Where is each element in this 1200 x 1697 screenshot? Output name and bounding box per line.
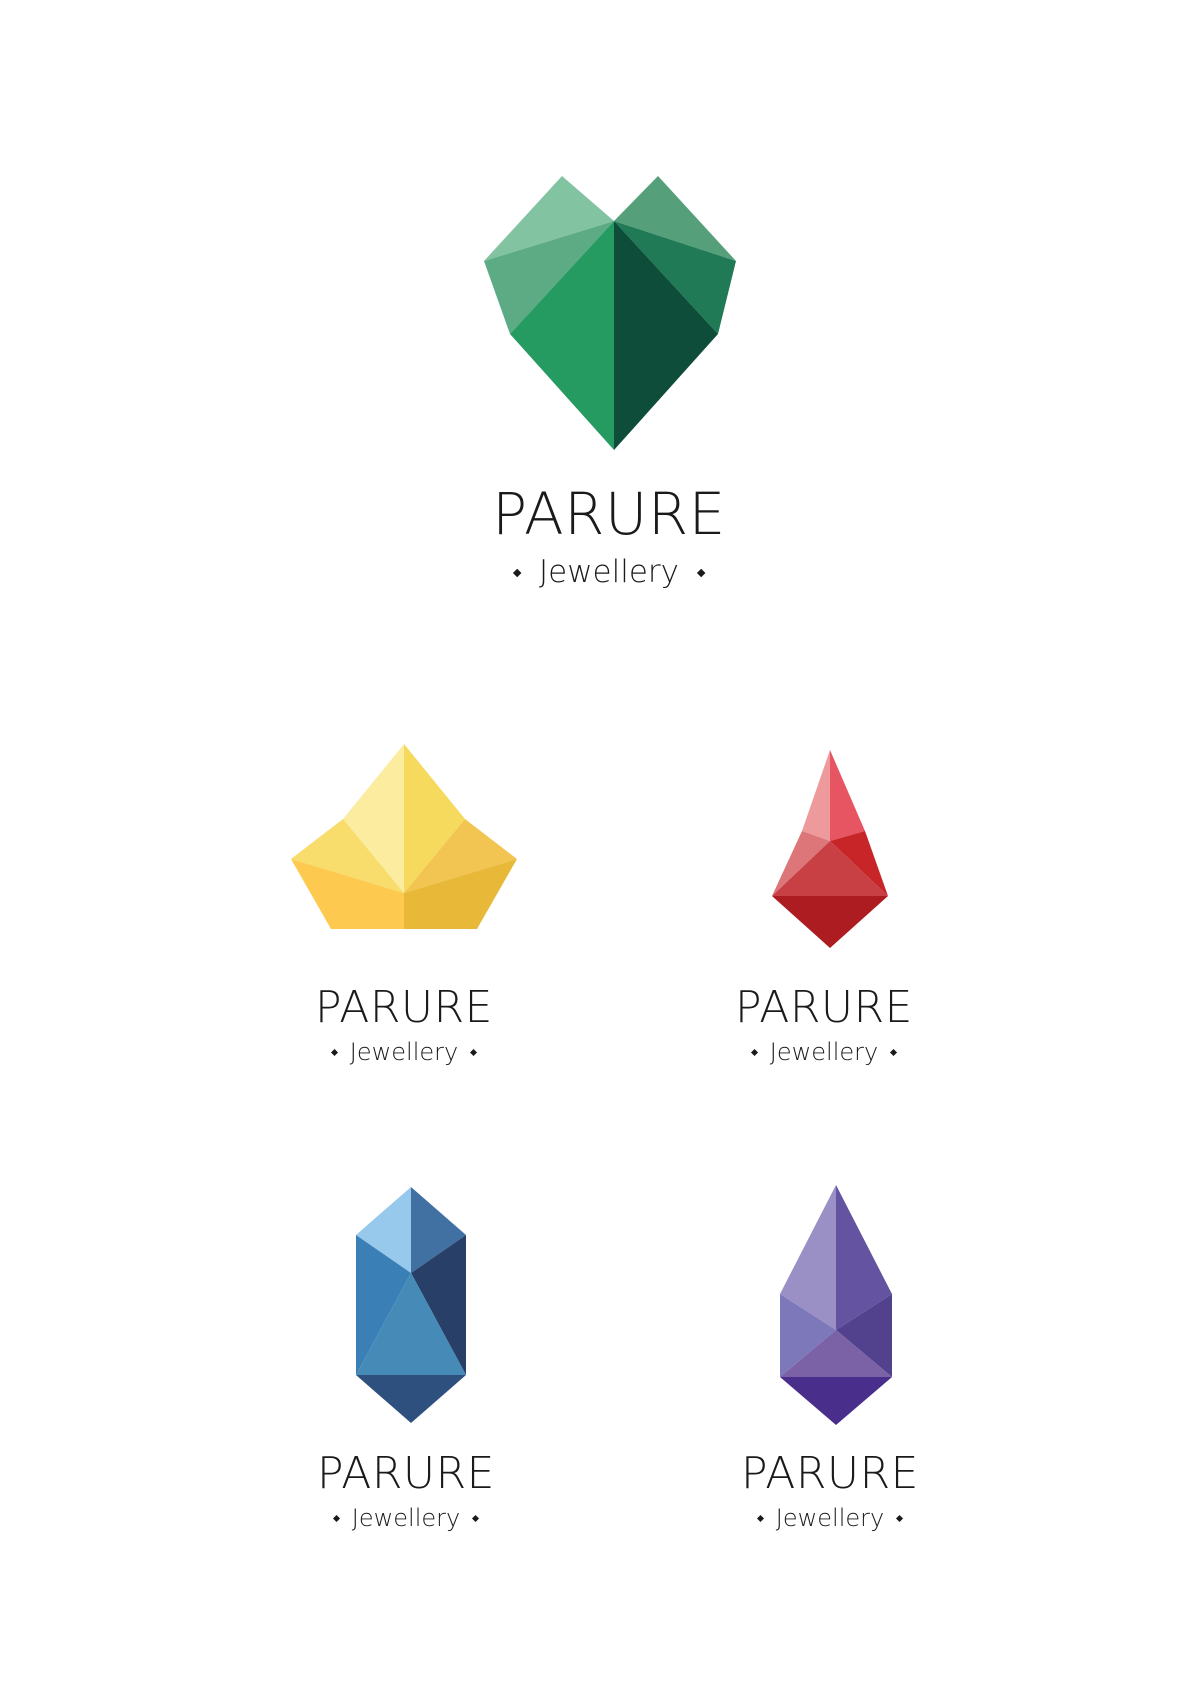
wordmark-ruby: PARURE Jewellery bbox=[735, 982, 913, 1065]
tagline: Jewellery bbox=[538, 554, 680, 590]
wordmark-amethyst: PARURE Jewellery bbox=[741, 1448, 919, 1531]
amethyst-gem-icon bbox=[780, 1185, 892, 1425]
citrine-gem-icon bbox=[291, 744, 517, 929]
diamond-dot-icon bbox=[696, 568, 706, 577]
tagline-row: Jewellery bbox=[735, 1040, 913, 1064]
brand-name: PARURE bbox=[315, 982, 493, 1033]
tagline-row: Jewellery bbox=[741, 1506, 919, 1530]
tagline: Jewellery bbox=[351, 1504, 461, 1532]
tagline-row: Jewellery bbox=[492, 557, 726, 588]
tagline-row: Jewellery bbox=[317, 1506, 495, 1530]
tagline-row: Jewellery bbox=[315, 1040, 493, 1064]
sapphire-gem-icon bbox=[356, 1187, 466, 1423]
diamond-dot-icon bbox=[472, 1514, 480, 1522]
brand-name: PARURE bbox=[741, 1448, 919, 1499]
diamond-dot-icon bbox=[330, 1048, 338, 1056]
diamond-dot-icon bbox=[896, 1514, 904, 1522]
brand-name: PARURE bbox=[735, 982, 913, 1033]
diamond-dot-icon bbox=[890, 1048, 898, 1056]
diamond-dot-icon bbox=[750, 1048, 758, 1056]
tagline: Jewellery bbox=[349, 1038, 459, 1066]
ruby-gem-icon bbox=[772, 750, 888, 948]
diamond-dot-icon bbox=[470, 1048, 478, 1056]
tagline: Jewellery bbox=[775, 1504, 885, 1532]
brand-name: PARURE bbox=[317, 1448, 495, 1499]
wordmark-citrine: PARURE Jewellery bbox=[315, 982, 493, 1065]
wordmark-sapphire: PARURE Jewellery bbox=[317, 1448, 495, 1531]
diamond-dot-icon bbox=[512, 568, 522, 577]
brand-name: PARURE bbox=[492, 480, 726, 548]
diamond-dot-icon bbox=[332, 1514, 340, 1522]
wordmark-emerald: PARURE Jewellery bbox=[492, 485, 726, 588]
tagline: Jewellery bbox=[769, 1038, 879, 1066]
diamond-dot-icon bbox=[756, 1514, 764, 1522]
emerald-heart-gem-icon bbox=[484, 176, 736, 450]
